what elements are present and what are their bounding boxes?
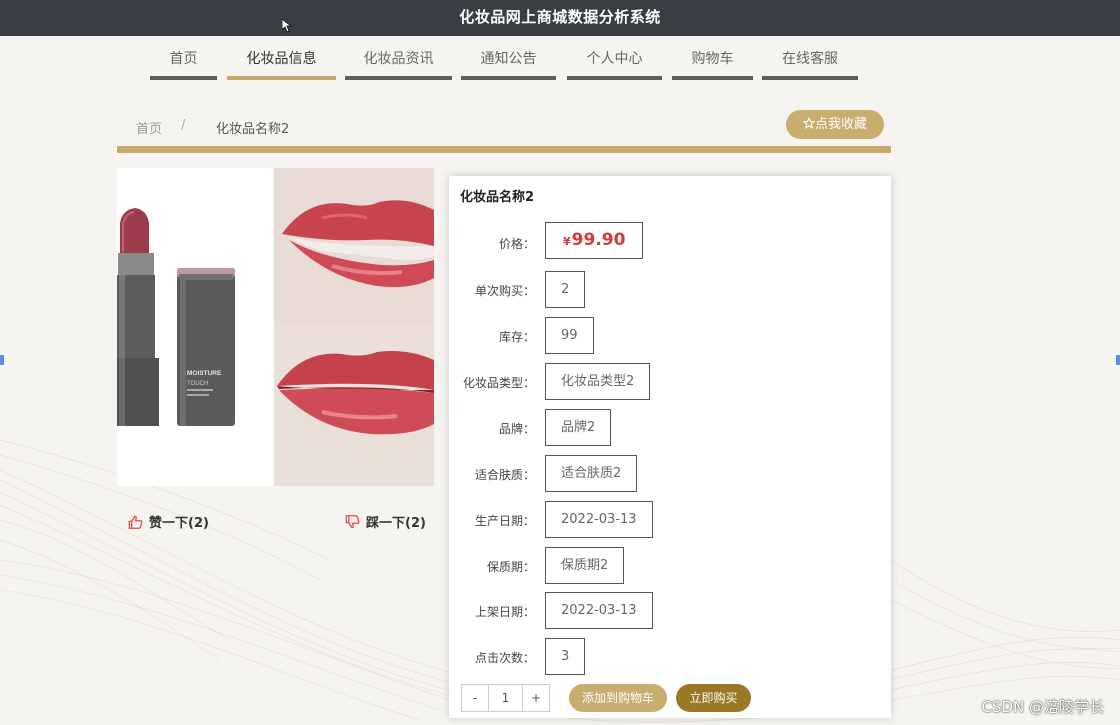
field-label-production-date: 生产日期： bbox=[474, 514, 535, 528]
price-value: ¥99.90 bbox=[545, 222, 644, 259]
product-gallery: MOISTURE TOUCH bbox=[117, 168, 434, 486]
field-label-listing-date: 上架日期： bbox=[474, 605, 535, 619]
breadcrumb: 首页 / 化妆品名称2 点我收藏 bbox=[117, 110, 891, 146]
field-label-category: 化妆品类型： bbox=[462, 376, 535, 390]
breadcrumb-current: 化妆品名称2 bbox=[216, 122, 290, 137]
thumbs-down-icon bbox=[345, 514, 360, 528]
nav-item-cosmetics-info[interactable]: 化妆品信息 bbox=[227, 48, 336, 80]
field-value-click-count: 3 bbox=[545, 638, 586, 675]
field-label-click-count: 点击次数： bbox=[474, 651, 535, 665]
field-label-purchase-unit: 单次购买： bbox=[474, 284, 535, 298]
section-divider bbox=[117, 146, 891, 153]
field-label-skin-type: 适合肤质： bbox=[474, 468, 535, 482]
nav-item-cart[interactable]: 购物车 bbox=[672, 48, 753, 80]
price-amount: 99.90 bbox=[571, 230, 626, 250]
field-value-brand: 品牌2 bbox=[545, 409, 612, 446]
watermark: CSDN @涪陵学长 bbox=[981, 698, 1104, 716]
title-bar: 化妆品网上商城数据分析系统 bbox=[0, 0, 1120, 36]
product-label-text: MOISTURE bbox=[187, 370, 222, 377]
dislike-count: 踩一下(2) bbox=[366, 516, 426, 531]
currency-symbol: ¥ bbox=[563, 235, 571, 248]
resize-handle-right[interactable] bbox=[1116, 355, 1120, 365]
star-outline-icon bbox=[802, 116, 816, 129]
field-label-stock: 库存： bbox=[498, 330, 535, 344]
lipstick-product-photo: MOISTURE TOUCH bbox=[117, 168, 274, 486]
resize-handle-left[interactable] bbox=[0, 355, 4, 365]
field-value-category: 化妆品类型2 bbox=[545, 363, 651, 400]
product-detail-panel: 化妆品名称2 价格： ¥99.90 单次购买： 2 库存： 99 化妆品类型： … bbox=[449, 176, 891, 718]
nav-item-home[interactable]: 首页 bbox=[150, 48, 217, 80]
favorite-button[interactable]: 点我收藏 bbox=[786, 110, 884, 139]
field-label-shelf-life: 保质期： bbox=[486, 560, 535, 574]
quantity-stepper: - 1 + bbox=[461, 684, 550, 712]
like-count: 赞一下(2) bbox=[149, 516, 209, 531]
favorite-button-label: 点我收藏 bbox=[814, 117, 867, 132]
nav-item-notices[interactable]: 通知公告 bbox=[461, 48, 556, 80]
product-name: 化妆品名称2 bbox=[460, 190, 535, 205]
thumbs-up-icon bbox=[128, 515, 143, 529]
buy-now-button[interactable]: 立即购买 bbox=[676, 684, 751, 712]
lips-swatch-photo bbox=[274, 168, 434, 486]
nav-item-customer-service[interactable]: 在线客服 bbox=[762, 48, 858, 80]
quantity-decrement-button[interactable]: - bbox=[462, 685, 488, 711]
field-value-skin-type: 适合肤质2 bbox=[545, 455, 638, 492]
price-label: 价格： bbox=[498, 237, 535, 251]
breadcrumb-home[interactable]: 首页 bbox=[136, 118, 162, 137]
field-value-production-date: 2022-03-13 bbox=[545, 501, 653, 538]
nav-item-cosmetics-news[interactable]: 化妆品资讯 bbox=[345, 48, 452, 80]
nav-item-personal-center[interactable]: 个人中心 bbox=[567, 48, 662, 80]
add-to-cart-button[interactable]: 添加到购物车 bbox=[569, 684, 667, 712]
field-value-purchase-unit: 2 bbox=[545, 271, 586, 308]
field-value-listing-date: 2022-03-13 bbox=[545, 592, 653, 629]
dislike-button[interactable]: 踩一下(2) bbox=[345, 512, 426, 531]
product-label-subtext: TOUCH bbox=[187, 381, 208, 387]
field-label-brand: 品牌： bbox=[498, 422, 535, 436]
quantity-increment-button[interactable]: + bbox=[523, 685, 549, 711]
like-button[interactable]: 赞一下(2) bbox=[128, 512, 209, 531]
quantity-input[interactable]: 1 bbox=[488, 685, 523, 711]
field-value-shelf-life: 保质期2 bbox=[545, 547, 625, 584]
field-value-stock: 99 bbox=[545, 317, 594, 354]
mouse-cursor-icon bbox=[282, 19, 292, 33]
breadcrumb-separator: / bbox=[181, 118, 186, 133]
app-title: 化妆品网上商城数据分析系统 bbox=[459, 8, 661, 26]
